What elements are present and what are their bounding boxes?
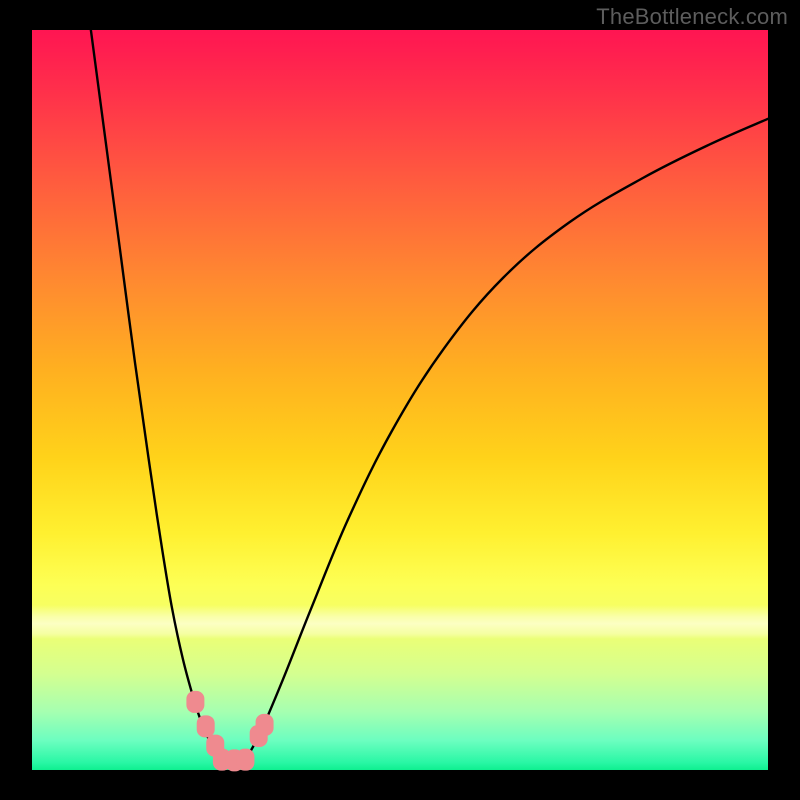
chart-frame: TheBottleneck.com bbox=[0, 0, 800, 800]
plot-area bbox=[32, 30, 768, 770]
watermark-text: TheBottleneck.com bbox=[596, 4, 788, 30]
curves-layer bbox=[32, 30, 768, 770]
right-curve bbox=[245, 119, 768, 760]
markers-group bbox=[186, 691, 273, 771]
marker-bottom-3 bbox=[236, 749, 254, 771]
marker-right-2 bbox=[256, 714, 274, 736]
marker-left-2 bbox=[197, 715, 215, 737]
left-curve bbox=[91, 30, 222, 760]
marker-left-1 bbox=[186, 691, 204, 713]
